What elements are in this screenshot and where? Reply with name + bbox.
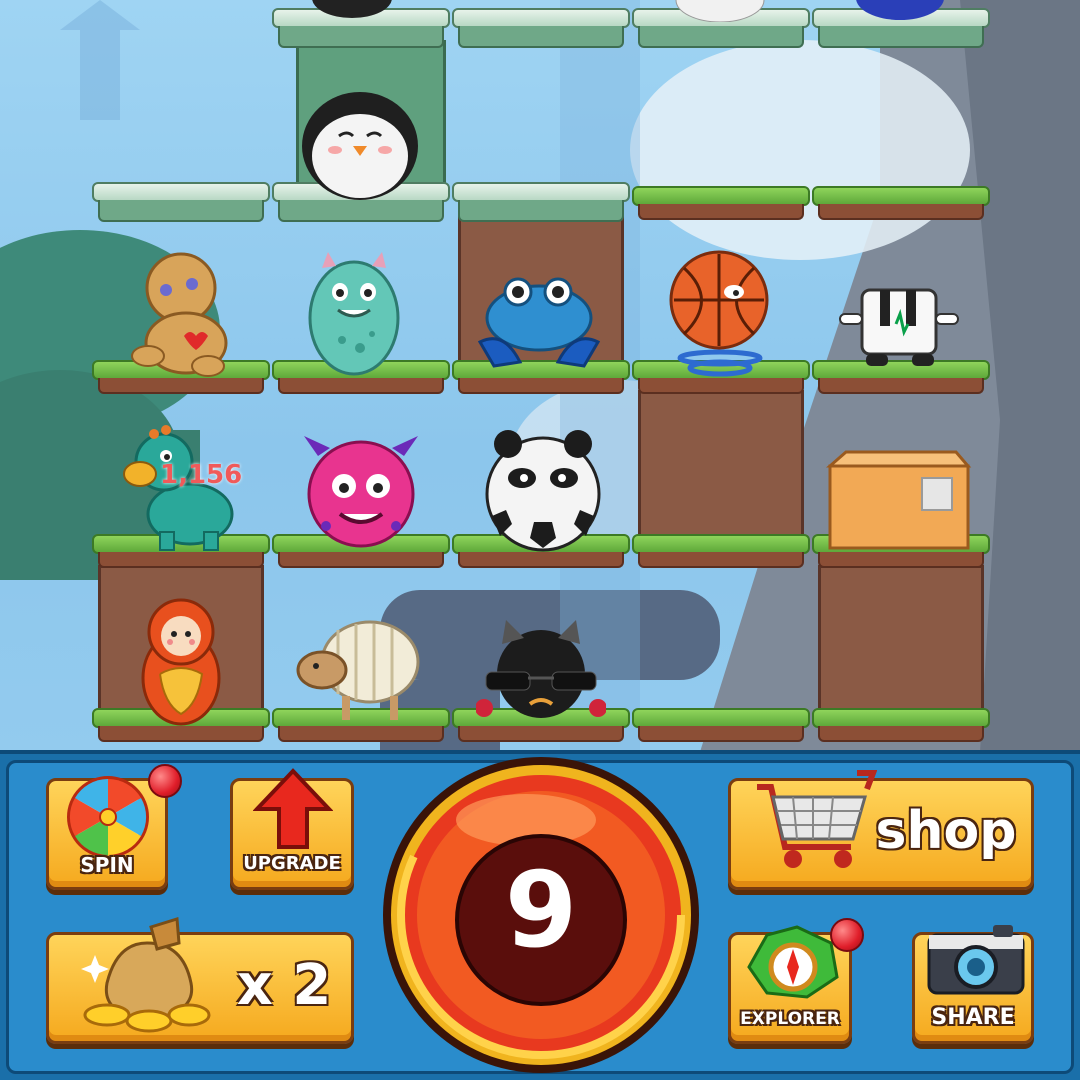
wheel-icon bbox=[67, 776, 149, 855]
spin-button[interactable]: SPIN bbox=[46, 776, 168, 890]
blue-crab-monster[interactable] bbox=[474, 272, 604, 372]
penguin-monster[interactable] bbox=[295, 84, 425, 204]
share-button[interactable]: SHARE bbox=[912, 925, 1034, 1044]
explorer-button[interactable]: EXPLORER bbox=[728, 925, 852, 1044]
coin-bag-icon bbox=[81, 917, 211, 1033]
platform-slot[interactable] bbox=[452, 8, 630, 48]
platform-slot[interactable] bbox=[812, 186, 990, 224]
coin-multiplier-button[interactable]: x 2 bbox=[46, 917, 354, 1044]
platform-slot[interactable] bbox=[452, 182, 630, 222]
share-label: SHARE bbox=[931, 1005, 1015, 1030]
cardboard-box[interactable] bbox=[826, 448, 976, 552]
camera-icon bbox=[927, 925, 1025, 995]
coin-popup-text: 1,156 bbox=[160, 460, 243, 490]
platform-slot[interactable] bbox=[632, 186, 810, 224]
explorer-label: EXPLORER bbox=[740, 1009, 840, 1029]
game-board: 1,156 bbox=[0, 0, 1080, 752]
platform-slot[interactable] bbox=[632, 534, 810, 572]
multiplier-label: x 2 bbox=[236, 953, 332, 1018]
piano-cube-monster[interactable] bbox=[836, 284, 966, 374]
dirt-pillar bbox=[818, 565, 984, 715]
pink-fluffy-monster[interactable] bbox=[296, 430, 426, 550]
partial-baseball[interactable] bbox=[660, 0, 780, 22]
shopping-cart-icon bbox=[757, 770, 877, 868]
platform-slot[interactable] bbox=[632, 708, 810, 746]
basketball-spring-monster[interactable] bbox=[664, 248, 774, 378]
counter-value: 9 bbox=[504, 849, 578, 971]
panda-soccer-ball-monster[interactable] bbox=[478, 424, 608, 554]
voodoo-doll-monster[interactable] bbox=[126, 248, 236, 378]
shop-button[interactable]: shop bbox=[728, 770, 1034, 890]
shop-label: shop bbox=[875, 801, 1017, 861]
platform-slot[interactable] bbox=[812, 708, 990, 746]
partial-monster-top[interactable] bbox=[290, 0, 450, 22]
upgrade-label: UPGRADE bbox=[243, 853, 341, 874]
up-arrow-icon bbox=[253, 768, 333, 849]
partial-blue-ball[interactable] bbox=[840, 0, 960, 22]
platform-slot[interactable] bbox=[92, 182, 270, 222]
matryoshka-doll-monster[interactable] bbox=[136, 596, 226, 726]
teal-monster[interactable] bbox=[302, 248, 412, 378]
spin-notification-dot bbox=[148, 764, 182, 798]
woolly-sheep-monster[interactable] bbox=[294, 616, 424, 726]
spin-label: SPIN bbox=[80, 853, 134, 877]
explorer-notification-dot bbox=[830, 918, 864, 952]
upgrade-button[interactable]: UPGRADE bbox=[230, 768, 354, 890]
bowling-ball-raccoon-monster[interactable] bbox=[476, 616, 606, 726]
dirt-pillar bbox=[638, 390, 804, 540]
